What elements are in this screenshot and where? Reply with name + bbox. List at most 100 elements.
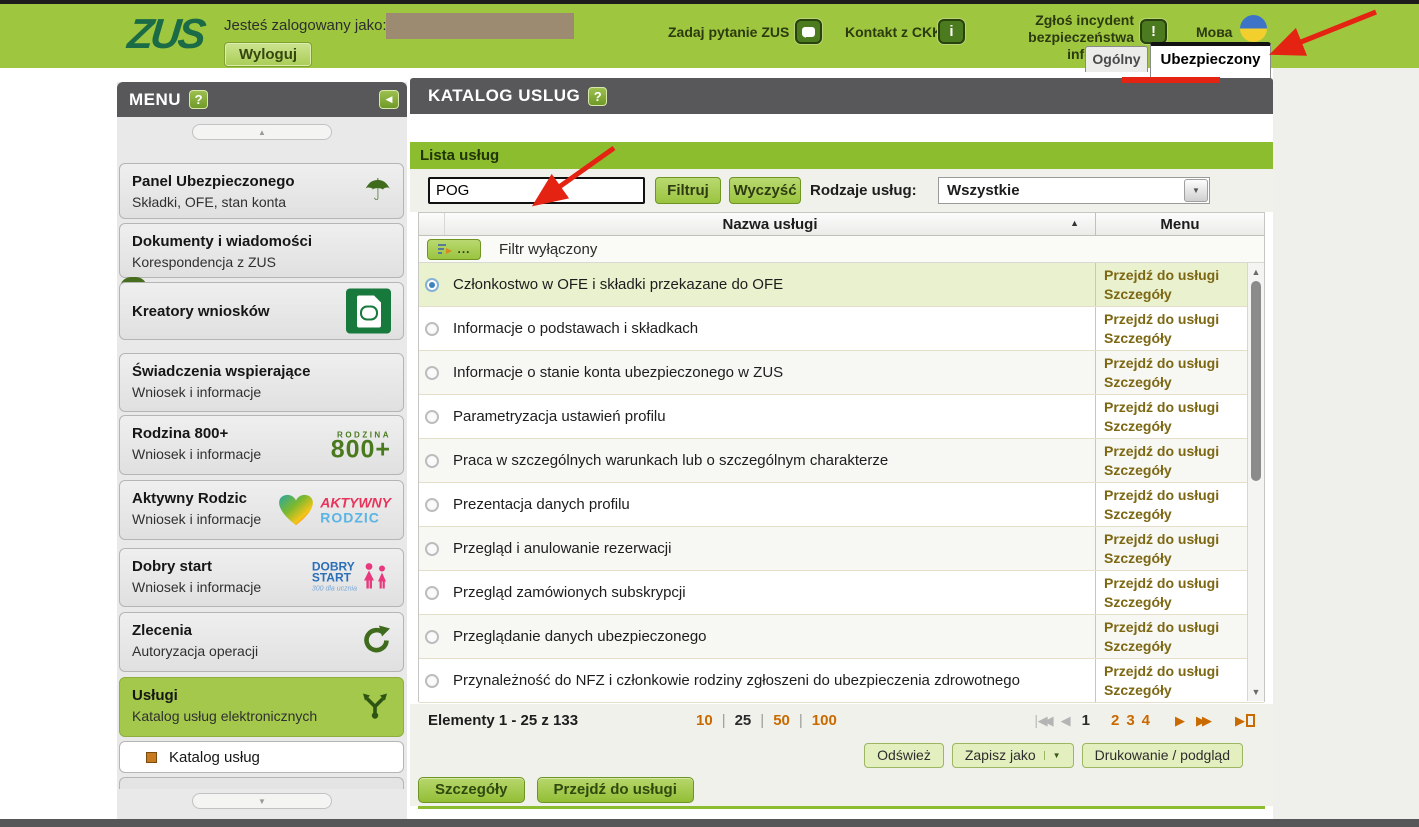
details-link[interactable]: Szczegóły: [1104, 593, 1244, 612]
first-page-icon[interactable]: [1031, 713, 1054, 729]
table-row[interactable]: Informacje o stanie konta ubezpieczonego…: [419, 351, 1264, 395]
sidebar-item-dobry-start[interactable]: Dobry start Wniosek i informacje DOBRY S…: [119, 548, 404, 607]
page-size-50[interactable]: 50: [773, 712, 790, 729]
go-to-service-button[interactable]: Przejdź do usługi: [537, 777, 694, 803]
save-as-button[interactable]: Zapisz jako: [952, 743, 1074, 768]
filter-button[interactable]: Filtruj: [655, 177, 721, 204]
ask-question-icon[interactable]: [795, 19, 822, 44]
details-button[interactable]: Szczegóły: [418, 777, 525, 803]
row-radio[interactable]: [425, 498, 439, 512]
sort-asc-icon[interactable]: [1070, 218, 1079, 228]
info-icon[interactable]: i: [938, 19, 965, 44]
clear-button[interactable]: Wyczyść: [729, 177, 801, 204]
sidebar-item-aktywny-rodzic[interactable]: Aktywny Rodzic Wniosek i informacje AKTY…: [119, 480, 404, 540]
page-size-100[interactable]: 100: [812, 712, 837, 729]
table-row[interactable]: Parametryzacja ustawień profilu Przejdź …: [419, 395, 1264, 439]
ask-question-link[interactable]: Zadaj pytanie ZUS: [668, 24, 789, 40]
refresh-button[interactable]: Odśwież: [864, 743, 944, 768]
column-header-name[interactable]: Nazwa usługi: [445, 213, 1095, 235]
chevron-down-icon[interactable]: [1044, 751, 1061, 760]
tab-ogolny[interactable]: Ogólny: [1085, 46, 1148, 72]
go-to-service-link[interactable]: Przejdź do usługi: [1104, 662, 1244, 681]
sidebar-subitem-katalog-uslug[interactable]: Katalog usług: [119, 741, 404, 773]
table-scrollbar[interactable]: [1247, 263, 1264, 701]
row-radio[interactable]: [425, 674, 439, 688]
help-icon[interactable]: ?: [588, 87, 607, 106]
go-to-service-link[interactable]: Przejdź do usługi: [1104, 530, 1244, 549]
logout-button[interactable]: Wyloguj: [224, 42, 312, 67]
separator: |: [799, 712, 803, 729]
page-size-10[interactable]: 10: [696, 712, 713, 729]
sidebar-item-zlecenia[interactable]: Zlecenia Autoryzacja operacji: [119, 612, 404, 672]
go-to-service-link[interactable]: Przejdź do usługi: [1104, 354, 1244, 373]
sidebar: MENU ? Panel Ubezpieczonego Składki, OFE…: [117, 82, 407, 819]
tab-ubezpieczony[interactable]: Ubezpieczony: [1150, 42, 1271, 78]
go-to-service-link[interactable]: Przejdź do usługi: [1104, 618, 1244, 637]
table-row[interactable]: Przegląd i anulowanie rezerwacji Przejdź…: [419, 527, 1264, 571]
go-to-service-link[interactable]: Przejdź do usługi: [1104, 442, 1244, 461]
last-page-icon[interactable]: [1196, 713, 1212, 729]
row-radio[interactable]: [425, 454, 439, 468]
row-radio[interactable]: [425, 322, 439, 336]
sidebar-item-panel-ubezpieczonego[interactable]: Panel Ubezpieczonego Składki, OFE, stan …: [119, 163, 404, 219]
details-link[interactable]: Szczegóły: [1104, 549, 1244, 568]
chevron-down-icon[interactable]: [1184, 179, 1208, 202]
row-radio[interactable]: [425, 630, 439, 644]
go-to-service-link[interactable]: Przejdź do usługi: [1104, 486, 1244, 505]
table-row[interactable]: Praca w szczególnych warunkach lub o szc…: [419, 439, 1264, 483]
sidebar-item-dokumenty[interactable]: Dokumenty i wiadomości Korespondencja z …: [119, 223, 404, 278]
scrollbar-thumb[interactable]: [1251, 281, 1261, 481]
table-row[interactable]: Informacje o podstawach i składkach Prze…: [419, 307, 1264, 351]
incident-line1: Zgłoś incydent: [976, 12, 1134, 29]
row-radio[interactable]: [425, 366, 439, 380]
scroll-up-pill[interactable]: [192, 124, 332, 140]
row-radio[interactable]: [425, 410, 439, 424]
prev-page-icon[interactable]: [1061, 713, 1075, 729]
details-link[interactable]: Szczegóły: [1104, 637, 1244, 656]
details-link[interactable]: Szczegóły: [1104, 329, 1244, 348]
page-size-25-active[interactable]: 25: [735, 712, 752, 729]
sidebar-item-uslugi[interactable]: Usługi Katalog usług elektronicznych: [119, 677, 404, 737]
details-link[interactable]: Szczegóły: [1104, 505, 1244, 524]
go-to-service-link[interactable]: Przejdź do usługi: [1104, 398, 1244, 417]
row-radio-selected[interactable]: [425, 278, 439, 292]
next-page-icon[interactable]: [1175, 713, 1189, 729]
collapse-sidebar-icon[interactable]: [379, 90, 399, 109]
scroll-down-icon[interactable]: [1248, 685, 1264, 699]
table-row[interactable]: Członkostwo w OFE i składki przekazane d…: [419, 263, 1264, 307]
details-link[interactable]: Szczegóły: [1104, 681, 1244, 700]
go-to-service-link[interactable]: Przejdź do usługi: [1104, 310, 1244, 329]
page-2[interactable]: 2: [1111, 712, 1119, 729]
sidebar-item-rodzina-800[interactable]: Rodzina 800+ Wniosek i informacje RODZIN…: [119, 415, 404, 475]
details-link[interactable]: Szczegóły: [1104, 461, 1244, 480]
row-radio[interactable]: [425, 586, 439, 600]
scroll-down-pill[interactable]: [192, 793, 332, 809]
details-link[interactable]: Szczegóły: [1104, 417, 1244, 436]
table-row[interactable]: Przynależność do NFZ i członkowie rodzin…: [419, 659, 1264, 703]
scroll-up-icon[interactable]: [1248, 265, 1264, 279]
exclamation-icon[interactable]: !: [1140, 19, 1167, 44]
goto-last-page-icon[interactable]: [1235, 713, 1255, 729]
details-link[interactable]: Szczegóły: [1104, 285, 1244, 304]
page-3[interactable]: 3: [1126, 712, 1134, 729]
table-row[interactable]: Przegląd zamówionych subskrypcji Przejdź…: [419, 571, 1264, 615]
print-preview-button[interactable]: Drukowanie / podgląd: [1082, 743, 1243, 768]
go-to-service-link[interactable]: Przejdź do usługi: [1104, 266, 1244, 285]
ukraine-flag-icon[interactable]: [1240, 15, 1267, 42]
row-radio[interactable]: [425, 542, 439, 556]
details-link[interactable]: Szczegóły: [1104, 373, 1244, 392]
service-type-dropdown[interactable]: Wszystkie: [938, 177, 1210, 204]
contact-ckk-link[interactable]: Kontakt z CKK: [845, 24, 942, 40]
page-4[interactable]: 4: [1142, 712, 1150, 729]
heart-puzzle-icon: [278, 494, 314, 527]
filter-toggle-button[interactable]: ...: [427, 239, 481, 260]
service-filter-input[interactable]: [428, 177, 645, 204]
page-1-active[interactable]: 1: [1082, 712, 1090, 729]
go-to-service-link[interactable]: Przejdź do usługi: [1104, 574, 1244, 593]
sidebar-item-partial[interactable]: [119, 777, 404, 789]
sidebar-item-kreatory[interactable]: Kreatory wniosków: [119, 282, 404, 340]
table-row[interactable]: Prezentacja danych profilu Przejdź do us…: [419, 483, 1264, 527]
help-icon[interactable]: ?: [189, 90, 208, 109]
table-row[interactable]: Przeglądanie danych ubezpieczonego Przej…: [419, 615, 1264, 659]
sidebar-item-swiadczenia[interactable]: Świadczenia wspierające Wniosek i inform…: [119, 353, 404, 412]
